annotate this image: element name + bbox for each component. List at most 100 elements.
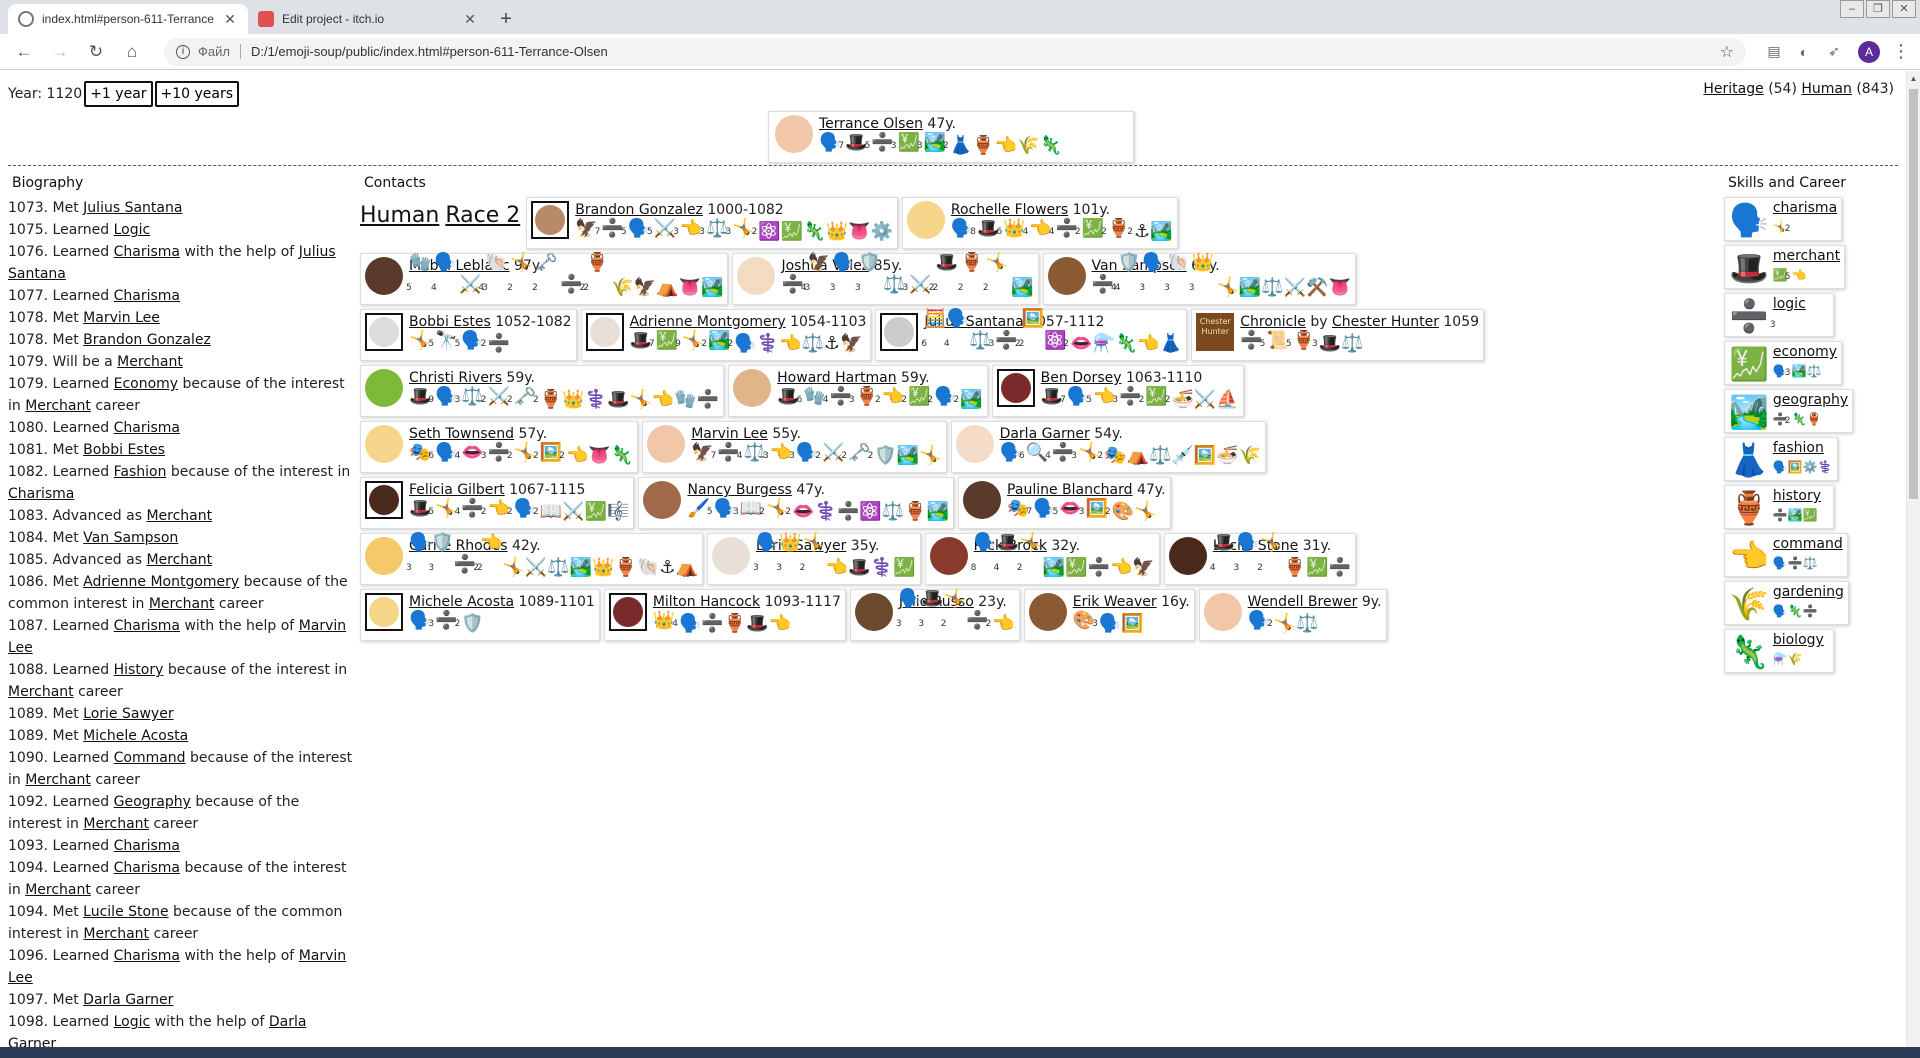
close-tab-icon[interactable]: ✕ xyxy=(222,11,238,28)
contact-name-link[interactable]: Adrienne Montgomery xyxy=(630,314,786,330)
skill-link[interactable]: command xyxy=(1773,536,1843,552)
biography-link[interactable]: Geography xyxy=(114,794,191,810)
tab-index[interactable]: index.html#person-611-Terrance ✕ xyxy=(8,4,248,34)
tab-itch[interactable]: Edit project - itch.io ✕ xyxy=(248,4,488,34)
biography-link[interactable]: Charisma xyxy=(114,860,180,876)
extension-icon[interactable]: ◐ xyxy=(1792,44,1816,60)
contact-name-link[interactable]: Bobbi Estes xyxy=(409,314,491,330)
biography-link[interactable]: Merchant xyxy=(83,816,149,832)
race-filter-link[interactable]: Human xyxy=(360,203,439,249)
skill-level: 2 xyxy=(506,507,513,517)
skill-link[interactable]: geography xyxy=(1773,392,1848,408)
add-ten-years-button[interactable]: +10 years xyxy=(154,81,240,107)
contact-name-link[interactable]: Brandon Gonzalez xyxy=(575,202,703,218)
address-bar[interactable]: i Файл D:/1/emoji-soup/public/index.html… xyxy=(164,37,1746,66)
biography-link[interactable]: Lorie Sawyer xyxy=(83,706,173,722)
contact-name-link[interactable]: Wendell Brewer xyxy=(1248,594,1358,610)
bookmark-star-icon[interactable]: ☆ xyxy=(1720,42,1734,62)
biography-link[interactable]: Merchant xyxy=(149,596,215,612)
biography-link[interactable]: Logic xyxy=(114,1014,151,1030)
biography-link[interactable]: History xyxy=(114,662,164,678)
contact-name-link[interactable]: Rochelle Flowers xyxy=(951,202,1068,218)
biography-link[interactable]: Brandon Gonzalez xyxy=(83,332,211,348)
skill-link[interactable]: gardening xyxy=(1773,584,1844,600)
extension-icon[interactable]: ➶ xyxy=(1822,43,1846,60)
biography-link[interactable]: Merchant xyxy=(25,772,91,788)
skill-link[interactable]: merchant xyxy=(1773,248,1840,264)
biography-link[interactable]: Merchant xyxy=(25,882,91,898)
contact-name-link[interactable]: Marvin Lee xyxy=(691,426,768,442)
biography-link[interactable]: Van Sampson xyxy=(83,530,178,546)
minimize-button[interactable]: – xyxy=(1840,0,1864,18)
biography-link[interactable]: Adrienne Montgomery xyxy=(83,574,239,590)
close-tab-icon[interactable]: ✕ xyxy=(462,11,478,28)
home-icon[interactable]: ⌂ xyxy=(118,42,146,62)
biography-link[interactable]: Charisma xyxy=(114,288,180,304)
race-link[interactable]: Human xyxy=(1801,81,1852,97)
skill-link[interactable]: charisma xyxy=(1773,200,1837,216)
contact-header: Brandon Gonzalez 1000-1082 xyxy=(575,201,893,219)
biography-link[interactable]: Michele Acosta xyxy=(83,728,188,744)
skill-link[interactable]: logic xyxy=(1773,296,1806,312)
extension-icon[interactable]: ▤ xyxy=(1762,43,1786,60)
url-text[interactable]: D:/1/emoji-soup/public/index.html#person… xyxy=(251,44,1720,59)
contact-name-link[interactable]: Nancy Burgess xyxy=(687,482,791,498)
biography-link[interactable]: Julius Santana xyxy=(83,200,182,216)
person-name-link[interactable]: Terrance Olsen xyxy=(819,116,923,132)
close-window-button[interactable]: ✕ xyxy=(1892,0,1916,18)
contact-name-link[interactable]: Seth Townsend xyxy=(409,426,514,442)
scrollbar-thumb[interactable] xyxy=(1909,89,1918,499)
biography-link[interactable]: Merchant xyxy=(25,398,91,414)
contact-name-link[interactable]: Pauline Blanchard xyxy=(1007,482,1132,498)
add-one-year-button[interactable]: +1 year xyxy=(84,81,153,107)
biography-link[interactable]: Merchant xyxy=(8,684,74,700)
info-icon[interactable]: i xyxy=(176,44,190,59)
biography-link[interactable]: Charisma xyxy=(8,486,74,502)
biography-link[interactable]: Economy xyxy=(114,376,178,392)
contact-name-link[interactable]: Milton Hancock xyxy=(653,594,760,610)
biography-link[interactable]: Merchant xyxy=(146,552,212,568)
biography-link[interactable]: Command xyxy=(114,750,186,766)
contact-name-link[interactable]: Ben Dorsey xyxy=(1041,370,1122,386)
forward-icon[interactable]: → xyxy=(46,42,74,62)
biography-link[interactable]: Merchant xyxy=(117,354,183,370)
biography-link[interactable]: Logic xyxy=(114,222,151,238)
skill-link[interactable]: fashion xyxy=(1773,440,1833,456)
skill-link[interactable]: biology xyxy=(1773,632,1824,648)
contact-name-link[interactable]: Christi Rivers xyxy=(409,370,502,386)
biography-link[interactable]: Charisma xyxy=(114,838,180,854)
biography-text: 1079. Will be a xyxy=(8,354,118,370)
skill-emoji-list: 🤸5 🔭5 🗣️2 ➗ xyxy=(409,330,572,355)
back-icon[interactable]: ← xyxy=(10,42,38,62)
biography-link[interactable]: Merchant xyxy=(83,926,149,942)
biography-link[interactable]: Darla Garner xyxy=(83,992,173,1008)
scroll-up-icon[interactable]: ▲ xyxy=(1907,74,1920,83)
biography-link[interactable]: Fashion xyxy=(114,464,167,480)
contact-name-link[interactable]: Michele Acosta xyxy=(409,594,514,610)
maximize-button[interactable]: ❐ xyxy=(1866,0,1890,18)
menu-icon[interactable]: ⋮ xyxy=(1892,41,1910,62)
contact-name-link[interactable]: Howard Hartman xyxy=(777,370,896,386)
chronicle-link[interactable]: Chronicle xyxy=(1240,314,1306,330)
race-filter-link[interactable]: Race 2 xyxy=(445,203,520,249)
biography-link[interactable]: Charisma xyxy=(114,618,180,634)
biography-link[interactable]: Charisma xyxy=(114,244,180,260)
biography-link[interactable]: Charisma xyxy=(114,420,180,436)
skill-link[interactable]: history xyxy=(1773,488,1821,504)
contact-name-link[interactable]: Chester Hunter xyxy=(1332,314,1439,330)
contact-name-link[interactable]: Darla Garner xyxy=(1000,426,1090,442)
contact-name-link[interactable]: Erik Weaver xyxy=(1073,594,1157,610)
contact-header: Erik Weaver 16y. xyxy=(1073,593,1190,611)
biography-link[interactable]: Lucile Stone xyxy=(83,904,168,920)
reload-icon[interactable]: ↻ xyxy=(82,42,110,62)
heritage-link[interactable]: Heritage xyxy=(1703,81,1763,97)
page-scrollbar[interactable]: ▲ xyxy=(1906,71,1920,1047)
profile-avatar[interactable]: A xyxy=(1858,40,1880,63)
biography-link[interactable]: Bobbi Estes xyxy=(83,442,165,458)
new-tab-button[interactable]: + xyxy=(492,5,520,33)
contact-name-link[interactable]: Felicia Gilbert xyxy=(409,482,505,498)
biography-link[interactable]: Marvin Lee xyxy=(83,310,160,326)
biography-link[interactable]: Merchant xyxy=(146,508,212,524)
skill-link[interactable]: economy xyxy=(1773,344,1837,360)
biography-link[interactable]: Charisma xyxy=(114,948,180,964)
